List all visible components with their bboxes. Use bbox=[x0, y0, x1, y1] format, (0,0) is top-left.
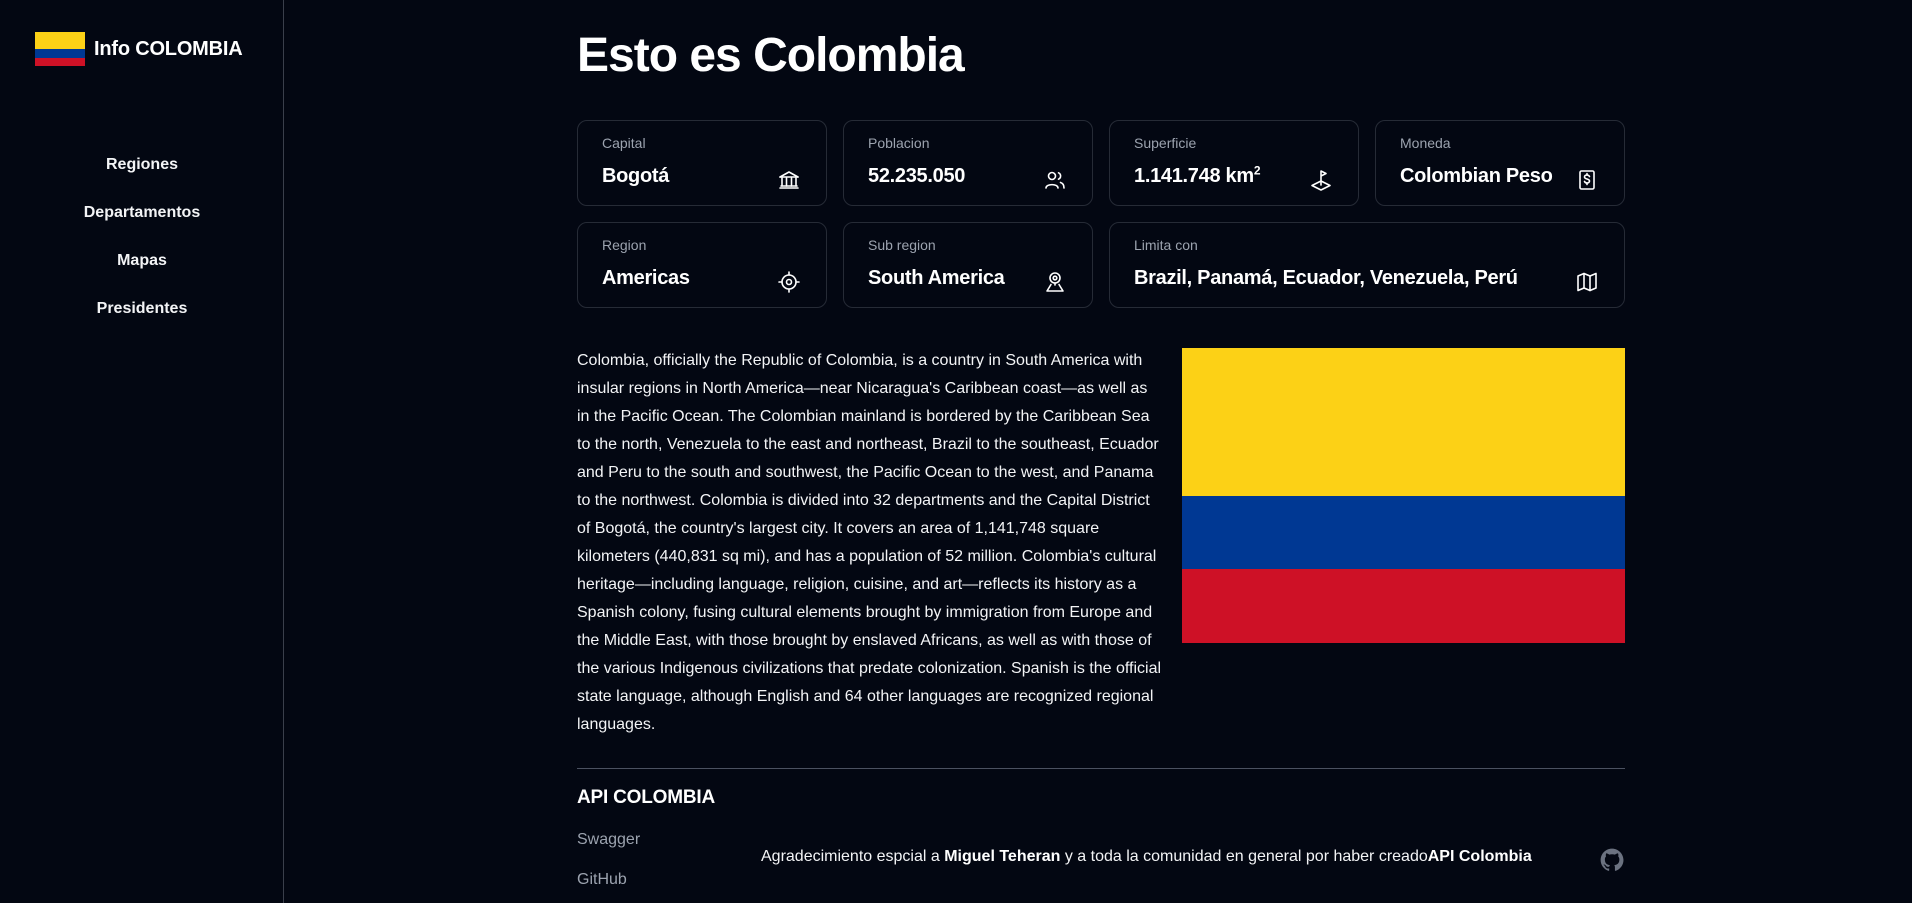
card-capital: Capital Bogotá bbox=[577, 120, 827, 206]
card-value: 52.235.050 bbox=[868, 165, 966, 187]
sidebar-item-mapas[interactable]: Mapas bbox=[0, 248, 284, 296]
country-description: Colombia, officially the Republic of Col… bbox=[577, 352, 1162, 733]
bank-icon bbox=[776, 167, 802, 193]
card-value: Colombian Peso bbox=[1400, 165, 1553, 187]
card-value: South America bbox=[868, 267, 1005, 289]
sidebar-item-presidentes[interactable]: Presidentes bbox=[0, 296, 284, 344]
brand-logo-link[interactable]: Info COLOMBIA bbox=[35, 32, 243, 66]
footer-link-github[interactable]: GitHub bbox=[577, 871, 627, 889]
credits-prefix: Agradecimiento espcial a bbox=[761, 848, 945, 865]
area-icon bbox=[1308, 167, 1334, 193]
sidebar: Info COLOMBIA Regiones Departamentos Map… bbox=[0, 0, 284, 903]
map-icon bbox=[1574, 269, 1600, 295]
card-region: Region Americas bbox=[577, 222, 827, 308]
sidebar-item-departamentos[interactable]: Departamentos bbox=[0, 200, 284, 248]
card-value-superscript: 2 bbox=[1253, 163, 1261, 178]
map-pin-icon bbox=[1042, 269, 1068, 295]
page-title: Esto es Colombia bbox=[577, 29, 965, 82]
card-superficie: Superficie 1.141.748 km2 bbox=[1109, 120, 1359, 206]
card-value-text: 1.141.748 km bbox=[1134, 165, 1254, 187]
card-label: Limita con bbox=[1134, 237, 1198, 253]
footer-credits: Agradecimiento espcial a Miguel Teheran … bbox=[761, 848, 1532, 866]
footer-link-swagger[interactable]: Swagger bbox=[577, 831, 640, 849]
sidebar-nav: Regiones Departamentos Mapas Presidentes bbox=[0, 152, 284, 344]
card-label: Sub region bbox=[868, 237, 936, 253]
card-value: Americas bbox=[602, 267, 690, 289]
card-label: Superficie bbox=[1134, 135, 1197, 151]
card-label: Region bbox=[602, 237, 647, 253]
users-icon bbox=[1042, 167, 1068, 193]
app-root: Info COLOMBIA Regiones Departamentos Map… bbox=[0, 0, 1912, 903]
card-value: 1.141.748 km2 bbox=[1134, 163, 1261, 188]
credits-project: API Colombia bbox=[1427, 848, 1532, 865]
card-value: Bogotá bbox=[602, 165, 670, 187]
card-poblacion: Poblacion 52.235.050 bbox=[843, 120, 1093, 206]
colombia-flag-image bbox=[1182, 348, 1625, 643]
github-icon[interactable] bbox=[1599, 847, 1625, 873]
footer-divider bbox=[577, 768, 1625, 769]
footer-title: API COLOMBIA bbox=[577, 787, 715, 808]
dollar-receipt-icon bbox=[1574, 167, 1600, 193]
card-sub-region: Sub region South America bbox=[843, 222, 1093, 308]
target-icon bbox=[776, 269, 802, 295]
card-label: Poblacion bbox=[868, 135, 930, 151]
colombia-flag-icon bbox=[35, 32, 85, 66]
card-value: Brazil, Panamá, Ecuador, Venezuela, Perú bbox=[1134, 267, 1518, 289]
card-label: Moneda bbox=[1400, 135, 1451, 151]
card-moneda: Moneda Colombian Peso bbox=[1375, 120, 1625, 206]
credits-middle: y a toda la comunidad en general por hab… bbox=[1060, 848, 1428, 865]
card-limita-con: Limita con Brazil, Panamá, Ecuador, Vene… bbox=[1109, 222, 1625, 308]
card-label: Capital bbox=[602, 135, 646, 151]
sidebar-item-regiones[interactable]: Regiones bbox=[0, 152, 284, 200]
credits-author: Miguel Teheran bbox=[944, 848, 1061, 865]
app-title: Info COLOMBIA bbox=[94, 37, 243, 60]
